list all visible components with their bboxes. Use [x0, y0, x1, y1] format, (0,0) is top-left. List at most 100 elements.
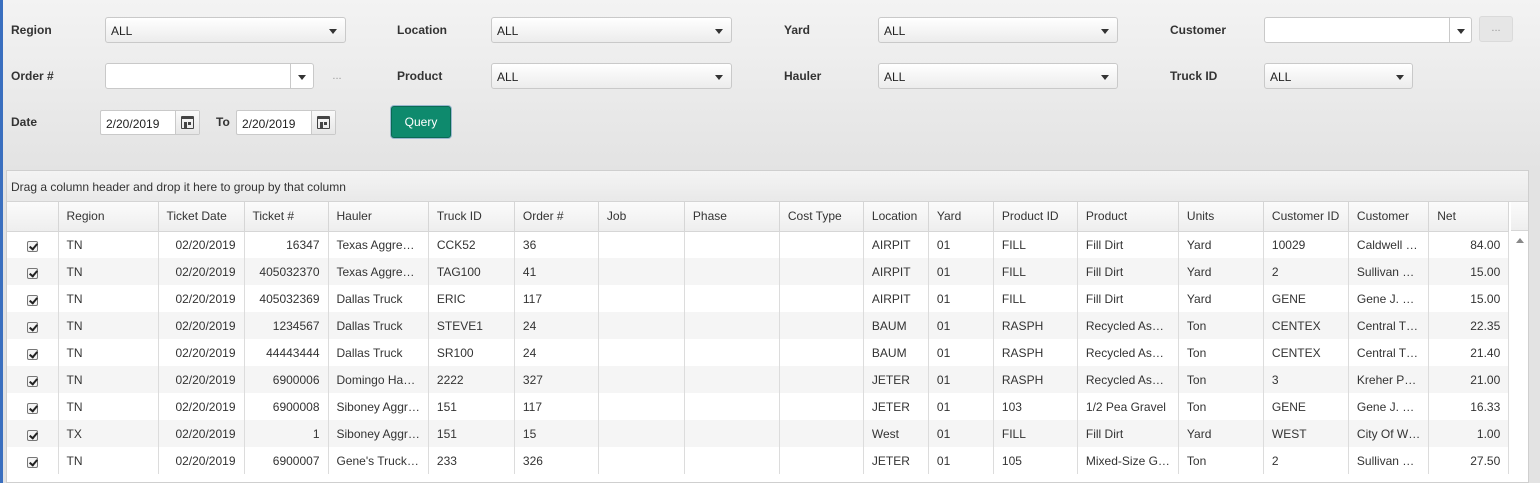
date-to-input[interactable]: 2/20/2019 — [236, 110, 336, 135]
column-header-customer-id[interactable]: Customer ID — [1263, 202, 1349, 232]
cell-ticket: 405032370 — [244, 258, 329, 285]
row-select-cell — [7, 312, 59, 339]
table-row[interactable]: TN 02/20/2019 6900008 Siboney Aggr… 151 117 JE… — [7, 393, 1510, 420]
cell-job — [598, 312, 685, 339]
date-from-input[interactable]: 2/20/2019 — [100, 110, 200, 135]
cell-customer: Central T… — [1348, 312, 1430, 339]
hauler-dropdown[interactable]: ALL — [878, 63, 1118, 89]
cell-customer-id: CENTEX — [1263, 339, 1349, 366]
column-header-net[interactable]: Net — [1428, 202, 1510, 232]
row-checkbox[interactable] — [26, 294, 38, 306]
column-header-location[interactable]: Location — [863, 202, 929, 232]
order-combobox[interactable] — [105, 63, 314, 89]
row-checkbox[interactable] — [26, 240, 38, 252]
column-header-customer[interactable]: Customer — [1348, 202, 1430, 232]
cell-truck: SR100 — [428, 339, 515, 366]
product-value: ALL — [497, 70, 519, 84]
cell-order: 15 — [514, 420, 599, 447]
location-label: Location — [397, 23, 447, 37]
cell-product: Mixed-Size G… — [1077, 447, 1179, 474]
query-button[interactable]: Query — [391, 106, 451, 138]
table-row[interactable]: TN 02/20/2019 405032369 Dallas Truck ERIC 117… — [7, 285, 1510, 312]
customer-lookup-button[interactable]: ... — [1479, 16, 1513, 42]
cell-product: Recycled As… — [1077, 339, 1179, 366]
cell-location: AIRPIT — [863, 231, 929, 258]
cell-job — [598, 339, 685, 366]
column-header-job[interactable]: Job — [598, 202, 685, 232]
truck-id-dropdown[interactable]: ALL — [1264, 63, 1413, 89]
chevron-down-icon[interactable] — [1457, 29, 1465, 34]
customer-combobox[interactable] — [1264, 17, 1472, 43]
date-to-label: To — [216, 115, 230, 129]
region-dropdown[interactable]: ALL — [105, 17, 346, 43]
group-by-bar[interactable]: Drag a column header and drop it here to… — [7, 171, 1528, 202]
yard-dropdown[interactable]: ALL — [878, 17, 1118, 43]
cell-yard: 01 — [928, 231, 994, 258]
column-header-product-id[interactable]: Product ID — [993, 202, 1078, 232]
date-to-picker-button[interactable] — [311, 111, 335, 134]
column-header-yard[interactable]: Yard — [928, 202, 994, 232]
cell-units: Ton — [1178, 447, 1264, 474]
column-header-units[interactable]: Units — [1178, 202, 1264, 232]
table-row[interactable]: TN 02/20/2019 6900006 Domingo Ha… 2222 327 JET… — [7, 366, 1510, 393]
row-checkbox[interactable] — [26, 267, 38, 279]
row-checkbox[interactable] — [26, 348, 38, 360]
table-row[interactable]: TX 02/20/2019 1 Siboney Aggr… 151 15 West 01 FIL… — [7, 420, 1510, 447]
cell-cost-type — [779, 420, 864, 447]
cell-customer-id: GENE — [1263, 393, 1349, 420]
row-checkbox[interactable] — [26, 456, 38, 468]
cell-ticket-date: 02/20/2019 — [158, 393, 245, 420]
table-row[interactable]: TN 02/20/2019 16347 Texas Aggre… CCK52 36 AIRP… — [7, 231, 1510, 258]
table-row[interactable]: TN 02/20/2019 1234567 Dallas Truck STEVE1 24 B… — [7, 312, 1510, 339]
cell-product-id: 105 — [993, 447, 1078, 474]
cell-location: JETER — [863, 393, 929, 420]
cell-phase — [684, 393, 780, 420]
cell-product: Fill Dirt — [1077, 258, 1179, 285]
column-header-product[interactable]: Product — [1077, 202, 1179, 232]
cell-units: Yard — [1178, 258, 1264, 285]
cell-product-id: RASPH — [993, 312, 1078, 339]
cell-region: TN — [58, 231, 159, 258]
table-row[interactable]: TN 02/20/2019 405032370 Texas Aggre… TAG100 4… — [7, 258, 1510, 285]
column-header-ticket[interactable]: Ticket # — [244, 202, 329, 232]
cell-units: Ton — [1178, 312, 1264, 339]
table-row[interactable]: TN 02/20/2019 6900007 Gene's Truck… 233 326 JE… — [7, 447, 1510, 474]
cell-hauler: Texas Aggre… — [328, 231, 429, 258]
chevron-down-icon — [715, 29, 723, 34]
row-select-cell — [7, 285, 59, 312]
cell-customer: Sullivan … — [1348, 258, 1430, 285]
location-value: ALL — [497, 24, 519, 38]
column-header-hauler[interactable]: Hauler — [328, 202, 429, 232]
column-header-cost-type[interactable]: Cost Type — [779, 202, 864, 232]
order-lookup-button[interactable]: ... — [320, 64, 354, 90]
column-header-region[interactable]: Region — [58, 202, 159, 232]
cell-truck: ERIC — [428, 285, 515, 312]
product-dropdown[interactable]: ALL — [491, 63, 732, 89]
cell-region: TN — [58, 366, 159, 393]
cell-customer: City Of W… — [1348, 420, 1430, 447]
row-checkbox[interactable] — [26, 402, 38, 414]
cell-units: Yard — [1178, 285, 1264, 312]
column-header-truck-id[interactable]: Truck ID — [428, 202, 515, 232]
cell-ticket: 6900008 — [244, 393, 329, 420]
date-from-picker-button[interactable] — [175, 111, 199, 134]
cell-hauler: Siboney Aggr… — [328, 420, 429, 447]
chevron-down-icon[interactable] — [298, 75, 306, 80]
row-checkbox[interactable] — [26, 429, 38, 441]
location-dropdown[interactable]: ALL — [491, 17, 732, 43]
cell-hauler: Dallas Truck — [328, 339, 429, 366]
table-row[interactable]: TN 02/20/2019 44443444 Dallas Truck SR100 24 B… — [7, 339, 1510, 366]
row-checkbox[interactable] — [26, 321, 38, 333]
cell-hauler: Texas Aggre… — [328, 258, 429, 285]
date-label: Date — [11, 115, 38, 129]
chevron-down-icon — [715, 75, 723, 80]
column-header-order[interactable]: Order # — [514, 202, 599, 232]
column-header-ticket-date[interactable]: Ticket Date — [158, 202, 245, 232]
row-checkbox[interactable] — [26, 375, 38, 387]
cell-region: TN — [58, 258, 159, 285]
cell-net: 15.00 — [1428, 285, 1510, 312]
column-header-chk[interactable] — [7, 202, 59, 232]
column-header-phase[interactable]: Phase — [684, 202, 780, 232]
cell-location: BAUM — [863, 339, 929, 366]
scroll-up-icon[interactable] — [1516, 238, 1524, 243]
